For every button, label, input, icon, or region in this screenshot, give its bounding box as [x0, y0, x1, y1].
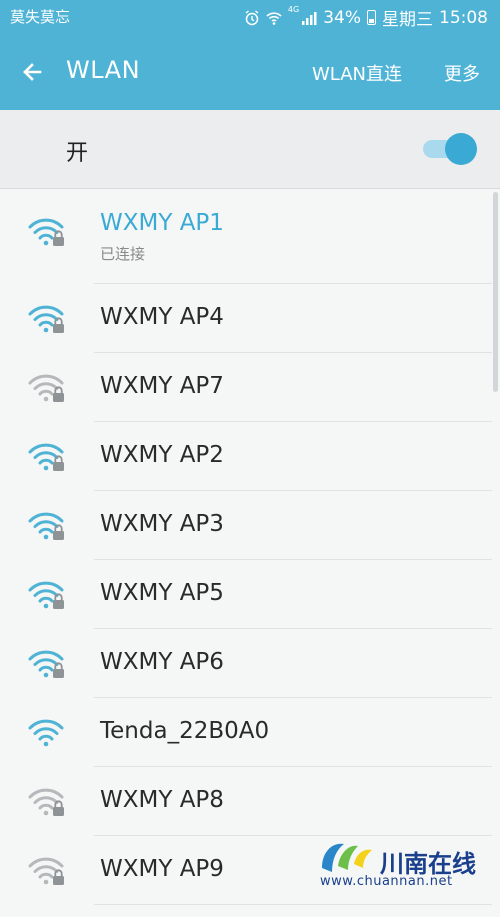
- network-item[interactable]: WXMY AP7: [0, 353, 500, 422]
- status-bar: 莫失莫忘 4G 34% 星期三 15:08: [0, 0, 500, 34]
- more-button[interactable]: 更多: [444, 60, 480, 86]
- network-item[interactable]: WXMY AP2: [0, 422, 500, 491]
- scrollbar[interactable]: [493, 192, 498, 392]
- day-label: 星期三: [382, 10, 433, 30]
- network-name: WXMY AP1: [100, 210, 224, 236]
- network-name: WXMY AP9: [100, 856, 224, 882]
- network-item[interactable]: Tenda_22B0A0: [0, 698, 500, 767]
- network-item[interactable]: WXMY AP6: [0, 629, 500, 698]
- network-name: Tenda_22B0A0: [100, 718, 270, 744]
- wifi-lock-icon: [28, 650, 64, 678]
- network-item[interactable]: WXMY AP5: [0, 560, 500, 629]
- divider: [94, 904, 492, 905]
- wlan-direct-button[interactable]: WLAN直连: [312, 60, 402, 86]
- network-item[interactable]: WXMY AP8: [0, 767, 500, 836]
- network-item[interactable]: WXMY AP3: [0, 491, 500, 560]
- wifi-lock-icon: [28, 374, 64, 402]
- network-item[interactable]: WXMY AP4: [0, 284, 500, 353]
- network-type-label: 4G: [287, 5, 300, 14]
- wifi-lock-icon: [28, 305, 64, 333]
- network-item[interactable]: WXMY AP1 已连接: [0, 188, 500, 284]
- network-name: WXMY AP7: [100, 373, 224, 399]
- app-bar: WLAN WLAN直连 更多: [0, 34, 500, 110]
- status-icons: 4G 34% 星期三 15:08: [244, 5, 488, 30]
- wlan-toggle-row[interactable]: 开: [0, 110, 500, 189]
- wifi-lock-icon: [28, 218, 64, 246]
- back-button[interactable]: [14, 54, 50, 90]
- battery-icon: [367, 10, 376, 25]
- watermark: 川南在线 www.chuannan.net: [318, 838, 493, 894]
- connection-status: 已连接: [100, 245, 146, 263]
- clock: 15:08: [439, 7, 488, 28]
- wifi-status-icon: [266, 11, 282, 25]
- network-name: WXMY AP4: [100, 304, 224, 330]
- network-name: WXMY AP3: [100, 511, 224, 537]
- watermark-url: www.chuannan.net: [320, 874, 453, 889]
- watermark-logo: [322, 843, 372, 872]
- network-name: WXMY AP8: [100, 787, 224, 813]
- network-name: WXMY AP2: [100, 442, 224, 468]
- wifi-lock-icon: [28, 788, 64, 816]
- wifi-lock-icon: [28, 581, 64, 609]
- wlan-toggle-label: 开: [66, 141, 89, 166]
- wifi-lock-icon: [28, 443, 64, 471]
- alarm-icon: [245, 9, 259, 25]
- network-name: WXMY AP6: [100, 649, 224, 675]
- wifi-lock-icon: [28, 857, 64, 885]
- carrier-name: 莫失莫忘: [10, 8, 71, 26]
- back-arrow-icon: [23, 63, 42, 81]
- battery-percent: 34%: [323, 7, 361, 28]
- switch-knob: [445, 133, 477, 165]
- wifi-icon: [28, 719, 64, 747]
- network-name: WXMY AP5: [100, 580, 224, 606]
- wlan-switch[interactable]: [423, 132, 479, 166]
- wifi-lock-icon: [28, 512, 64, 540]
- signal-icon: [302, 11, 317, 25]
- page-title: WLAN: [66, 56, 141, 84]
- network-list: WXMY AP1 已连接 WXMY AP4 WXMY AP7 WXMY AP2 WXMY …: [0, 188, 500, 905]
